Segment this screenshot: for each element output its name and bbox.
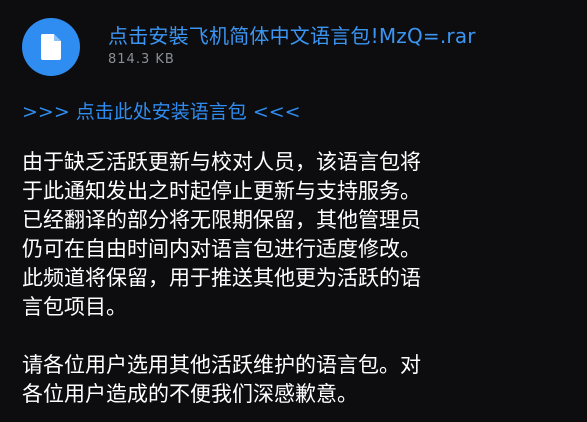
text-line: 仍可在自由时间内对语言包进行适度修改。 (22, 237, 421, 261)
file-size: 814.3 KB (108, 52, 175, 67)
install-language-pack-link[interactable]: >>> 点击此处安装语言包 <<< (22, 97, 301, 124)
file-download-button[interactable] (22, 18, 80, 76)
text-line: 于此通知发出之时起停止更新与支持服务。 (22, 179, 421, 203)
file-icon (40, 34, 61, 60)
text-line: 已经翻译的部分将无限期保留，其他管理员 (22, 208, 421, 232)
text-line: 各位用户造成的不便我们深感歉意。 (22, 382, 358, 406)
file-name[interactable]: 点击安裝飞机简体中文语言包!MzQ=.rar (108, 20, 476, 49)
text-line: 此频道将保留，用于推送其他更为活跃的语 (22, 266, 421, 290)
file-attachment[interactable]: 点击安裝飞机简体中文语言包!MzQ=.rar 814.3 KB (22, 16, 582, 76)
text-line: 由于缺乏活跃更新与校对人员，该语言包将 (22, 150, 421, 174)
text-line: 请各位用户选用其他活跃维护的语言包。对 (22, 353, 421, 377)
text-line: 言包项目。 (22, 295, 127, 319)
message-text: 由于缺乏活跃更新与校对人员，该语言包将 于此通知发出之时起停止更新与支持服务。 … (22, 148, 582, 409)
message-bubble: 点击安裝飞机简体中文语言包!MzQ=.rar 814.3 KB >>> 点击此处… (0, 0, 587, 422)
